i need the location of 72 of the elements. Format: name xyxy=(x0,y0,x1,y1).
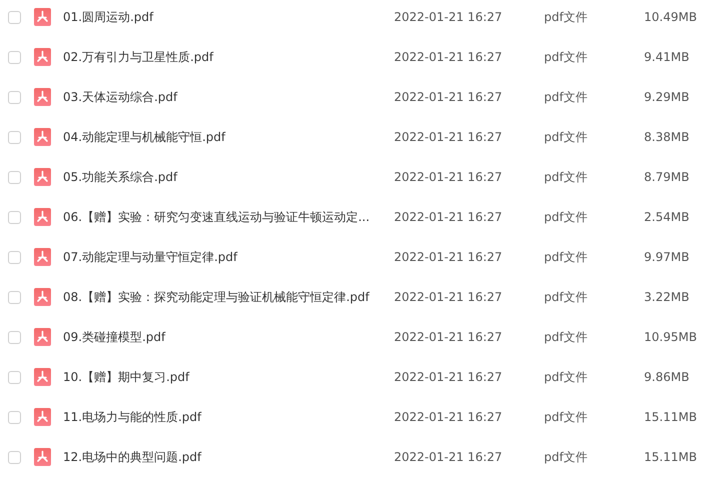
modified-date: 2022-01-21 16:27 xyxy=(394,369,504,386)
modified-date: 2022-01-21 16:27 xyxy=(394,409,504,426)
file-size: 10.49MB xyxy=(644,9,697,26)
file-name[interactable]: 04.动能定理与机械能守恒.pdf xyxy=(63,128,388,146)
file-type: pdf文件 xyxy=(544,249,588,266)
pdf-file-icon xyxy=(34,408,51,426)
file-size: 9.41MB xyxy=(644,49,690,66)
file-name[interactable]: 11.电场力与能的性质.pdf xyxy=(63,408,388,426)
pdf-file-icon xyxy=(34,328,51,346)
file-size: 3.22MB xyxy=(644,289,690,306)
file-type: pdf文件 xyxy=(544,409,588,426)
pdf-file-icon xyxy=(34,288,51,306)
checkbox[interactable] xyxy=(8,10,21,24)
file-type: pdf文件 xyxy=(544,329,588,346)
file-name[interactable]: 07.动能定理与动量守恒定律.pdf xyxy=(63,248,388,266)
modified-date: 2022-01-21 16:27 xyxy=(394,89,504,106)
checkbox[interactable] xyxy=(8,50,21,64)
file-type: pdf文件 xyxy=(544,49,588,66)
file-name[interactable]: 01.圆周运动.pdf xyxy=(63,8,388,26)
file-name[interactable]: 08.【赠】实验：探究动能定理与验证机械能守恒定律.pdf xyxy=(63,288,388,306)
file-size: 9.97MB xyxy=(644,249,690,266)
file-size: 15.11MB xyxy=(644,409,697,426)
checkbox[interactable] xyxy=(8,90,21,104)
checkbox[interactable] xyxy=(8,450,21,464)
file-type: pdf文件 xyxy=(544,129,588,146)
modified-date: 2022-01-21 16:27 xyxy=(394,209,504,226)
checkbox[interactable] xyxy=(8,210,21,224)
file-type: pdf文件 xyxy=(544,169,588,186)
pdf-file-icon xyxy=(34,368,51,386)
pdf-file-icon xyxy=(34,8,51,26)
file-size: 9.86MB xyxy=(644,369,690,386)
pdf-file-icon xyxy=(34,248,51,266)
file-type: pdf文件 xyxy=(544,289,588,306)
modified-date: 2022-01-21 16:27 xyxy=(394,129,504,146)
file-name[interactable]: 09.类碰撞模型.pdf xyxy=(63,328,388,346)
modified-date: 2022-01-21 16:27 xyxy=(394,49,504,66)
file-name[interactable]: 10.【赠】期中复习.pdf xyxy=(63,368,388,386)
pdf-file-icon xyxy=(34,88,51,106)
file-size: 15.11MB xyxy=(644,449,697,466)
checkbox[interactable] xyxy=(8,410,21,424)
modified-date: 2022-01-21 16:27 xyxy=(394,249,504,266)
modified-date: 2022-01-21 16:27 xyxy=(394,289,504,306)
checkbox[interactable] xyxy=(8,130,21,144)
modified-date: 2022-01-21 16:27 xyxy=(394,329,504,346)
pdf-file-icon xyxy=(34,128,51,146)
file-type: pdf文件 xyxy=(544,89,588,106)
file-size: 10.95MB xyxy=(644,329,697,346)
file-name[interactable]: 02.万有引力与卫星性质.pdf xyxy=(63,48,388,66)
file-size: 2.54MB xyxy=(644,209,690,226)
file-size: 8.38MB xyxy=(644,129,690,146)
file-name[interactable]: 05.功能关系综合.pdf xyxy=(63,168,388,186)
checkbox[interactable] xyxy=(8,330,21,344)
checkbox[interactable] xyxy=(8,370,21,384)
modified-date: 2022-01-21 16:27 xyxy=(394,449,504,466)
modified-date: 2022-01-21 16:27 xyxy=(394,169,504,186)
file-name[interactable]: 06.【赠】实验：研究匀变速直线运动与验证牛顿运动定... xyxy=(63,208,388,226)
pdf-file-icon xyxy=(34,448,51,466)
pdf-file-icon xyxy=(34,208,51,226)
file-type: pdf文件 xyxy=(544,449,588,466)
checkbox[interactable] xyxy=(8,290,21,304)
modified-date: 2022-01-21 16:27 xyxy=(394,9,504,26)
file-name[interactable]: 12.电场中的典型问题.pdf xyxy=(63,448,388,466)
pdf-file-icon xyxy=(34,168,51,186)
file-size: 8.79MB xyxy=(644,169,690,186)
pdf-file-icon xyxy=(34,48,51,66)
file-type: pdf文件 xyxy=(544,369,588,386)
file-type: pdf文件 xyxy=(544,9,588,26)
checkbox[interactable] xyxy=(8,170,21,184)
file-size: 9.29MB xyxy=(644,89,690,106)
file-name[interactable]: 03.天体运动综合.pdf xyxy=(63,88,388,106)
file-type: pdf文件 xyxy=(544,209,588,226)
checkbox[interactable] xyxy=(8,250,21,264)
